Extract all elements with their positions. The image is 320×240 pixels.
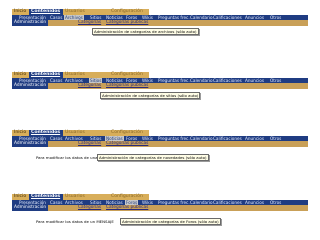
panel-noticias: Inicio Contenidos Usuarios Configuración… (12, 129, 308, 161)
tooltip: Administración de categorías de sitios (… (100, 92, 201, 99)
panel-foros: Inicio Contenidos Usuarios Configuración… (12, 193, 308, 225)
panel-sitios: Inicio Contenidos Usuarios Configuración… (12, 71, 308, 99)
panel-archivos: Inicio Contenidos Usuarios Configuración… (12, 8, 308, 35)
subnav-administracion[interactable]: Administración (12, 141, 48, 147)
subnav-categorias-publicas[interactable]: Categorías públicas (106, 20, 148, 26)
tab-row: Inicio Contenidos Usuarios Configuración (12, 193, 308, 200)
subnav-administracion[interactable]: Administración (12, 20, 48, 26)
tooltip: Administración de categorías de novedade… (97, 154, 209, 161)
tooltip: Administración de categorías de Foros (s… (120, 218, 221, 225)
subnav-categorias[interactable]: Categorías (78, 205, 101, 211)
subnav-categorias[interactable]: Categorías (78, 20, 101, 26)
sub-nav-bar: Administración Categorías Categorías púb… (12, 141, 308, 147)
help-note: Para modificar los datos de un MENSAJE (36, 219, 114, 224)
sub-nav-bar: Administración Categorías Categorías púb… (12, 20, 308, 26)
subnav-categorias-publicas[interactable]: Categorías públicas (106, 141, 148, 147)
sub-nav-bar: Administración Categorías Categorías púb… (12, 205, 308, 211)
subnav-categorias[interactable]: Categorías (78, 83, 101, 89)
subnav-categorias[interactable]: Categorías (78, 141, 101, 147)
subnav-administracion[interactable]: Administración (12, 205, 48, 211)
tab-row: Inicio Contenidos Usuarios Configuración (12, 8, 308, 15)
tooltip: Administración de categorías de archivos… (92, 28, 199, 35)
subnav-administracion[interactable]: Administración (12, 83, 48, 89)
tab-row: Inicio Contenidos Usuarios Configuración (12, 71, 308, 78)
sub-nav-bar: Administración Categorías Categorías púb… (12, 83, 308, 89)
tab-row: Inicio Contenidos Usuarios Configuración (12, 129, 308, 136)
subnav-categorias-publicas[interactable]: Categorías públicas (106, 205, 148, 211)
subnav-categorias-publicas[interactable]: Categorías públicas (106, 83, 148, 89)
